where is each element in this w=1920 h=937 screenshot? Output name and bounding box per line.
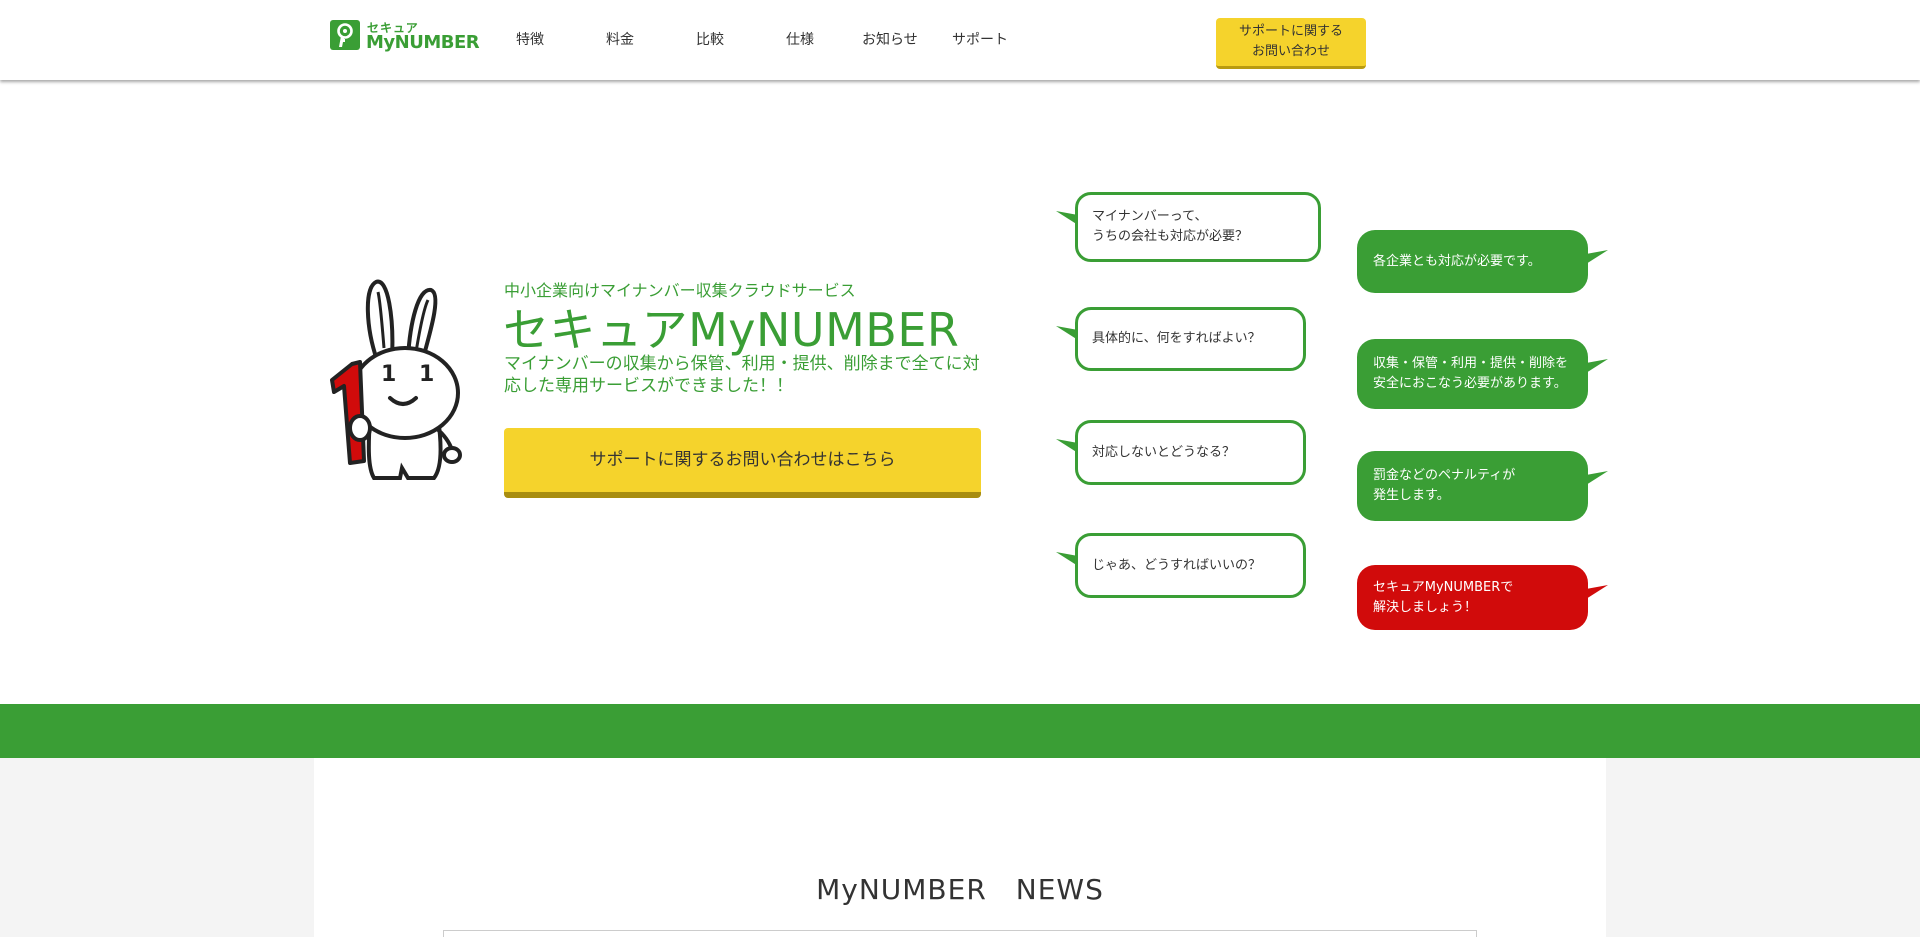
answer-text-3a: 罰金などのペナルティが [1373,468,1516,483]
speech-tail-icon [1056,439,1078,453]
news-list [443,930,1477,937]
mascot-eye-left: 1 [381,362,397,387]
nav-news[interactable]: お知らせ [862,29,918,49]
question-bubble: じゃあ、どうすればいいの？ [1056,533,1306,598]
nav-specs[interactable]: 仕様 [786,29,814,49]
header-cta-line2: お問い合わせ [1251,44,1330,59]
header-contact-button[interactable]: サポートに関する お問い合わせ [1216,18,1366,69]
answer-bubble: 罰金などのペナルティが 発生します。 [1357,451,1608,521]
speech-tail-icon [1056,552,1078,566]
mascot-eye-right: 1 [419,362,435,387]
answer-bubble: 収集・保管・利用・提供・削除を 安全におこなう必要があります。 [1357,339,1608,409]
question-text-2: 具体的に、何をすればよい？ [1092,331,1261,346]
hero-description: マイナンバーの収集から保管、利用・提供、削除まで全てに対応した専用サービスができ… [504,354,980,396]
news-title: MyNUMBER NEWS [816,873,1104,906]
answer-text-1: 各企業とも対応が必要です。 [1373,253,1541,269]
speech-tail-icon [1586,471,1608,485]
question-text-1b: うちの会社も対応が必要？ [1092,229,1249,244]
site-logo[interactable]: セキュア MyNUMBER [330,20,480,54]
header-cta-line1: サポートに関する [1238,24,1343,39]
answer-text-2b: 安全におこなう必要があります。 [1373,376,1567,391]
answer-text-3b: 発生します。 [1373,488,1450,503]
speech-tail-icon [1586,585,1608,599]
question-bubble: マイナンバーって、 うちの会社も対応が必要？ [1056,192,1321,262]
nav-pricing[interactable]: 料金 [606,29,634,49]
speech-tail-icon [1586,359,1608,373]
key-logo-icon [330,20,360,50]
hero-contact-button[interactable]: サポートに関するお問い合わせはこちら [504,428,981,498]
speech-tail-icon [1056,326,1078,340]
question-text-1a: マイナンバーって、 [1092,209,1208,224]
nav-support[interactable]: サポート [952,29,1008,49]
speech-tail-icon [1586,250,1608,264]
question-text-3: 対応しないとどうなる？ [1092,444,1236,460]
question-bubble: 具体的に、何をすればよい？ [1056,307,1306,371]
hero-title: セキュアMyNUMBER [503,303,960,357]
logo-big-text: MyNUMBER [366,32,480,53]
answer-bubble-highlight: セキュアMyNUMBERで 解決しましょう！ [1357,565,1608,630]
speech-tail-icon [1056,211,1078,225]
green-divider-band [0,704,1920,758]
site-header: セキュア MyNUMBER 特徴 料金 比較 仕様 お知らせ サポート サポート… [0,0,1920,80]
nav-comparison[interactable]: 比較 [696,29,724,49]
answer-text-2a: 収集・保管・利用・提供・削除を [1373,356,1569,371]
nav-features[interactable]: 特徴 [516,29,544,49]
question-text-4: じゃあ、どうすればいいの？ [1092,557,1262,573]
question-bubble: 対応しないとどうなる？ [1056,420,1306,485]
answer-bubble: 各企業とも対応が必要です。 [1357,230,1608,293]
mascot-rabbit-illustration: 1 1 [330,278,470,488]
answer-text-4b: 解決しましょう！ [1373,599,1478,615]
answer-text-4a: セキュアMyNUMBERで [1373,579,1514,595]
news-section: MyNUMBER NEWS [314,758,1606,937]
